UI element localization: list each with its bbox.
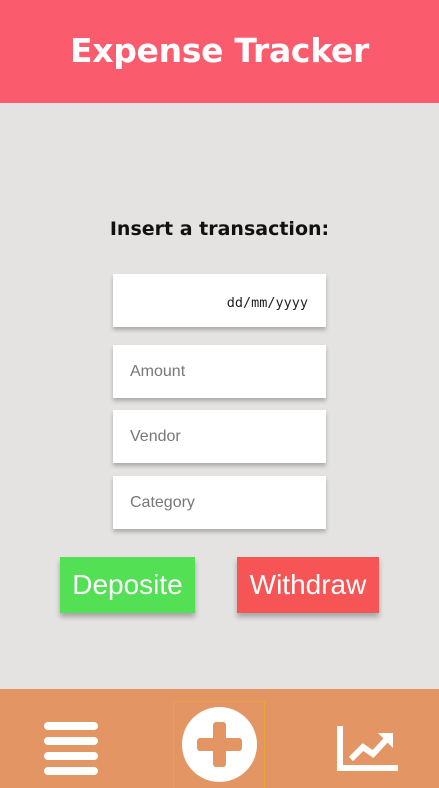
add-circle-icon [182,707,257,782]
app-header: Expense Tracker [0,0,439,103]
menu-button[interactable] [44,722,98,775]
add-transaction-button[interactable] [173,701,265,788]
app-title: Expense Tracker [69,31,370,70]
amount-input[interactable] [113,345,326,398]
date-placeholder: dd/mm/yyyy [226,294,308,311]
chart-trend-icon [337,725,399,771]
deposit-button[interactable]: Deposite [60,557,195,613]
date-field[interactable]: dd/mm/yyyy [113,274,326,327]
category-input[interactable] [113,476,326,529]
withdraw-button[interactable]: Withdraw [237,557,379,613]
amount-field-wrapper [113,345,326,398]
category-field-wrapper [113,476,326,529]
vendor-input[interactable] [113,410,326,463]
bottom-nav [0,689,439,788]
form-heading: Insert a transaction: [109,218,330,240]
vendor-field-wrapper [113,410,326,463]
statistics-button[interactable] [337,725,399,772]
